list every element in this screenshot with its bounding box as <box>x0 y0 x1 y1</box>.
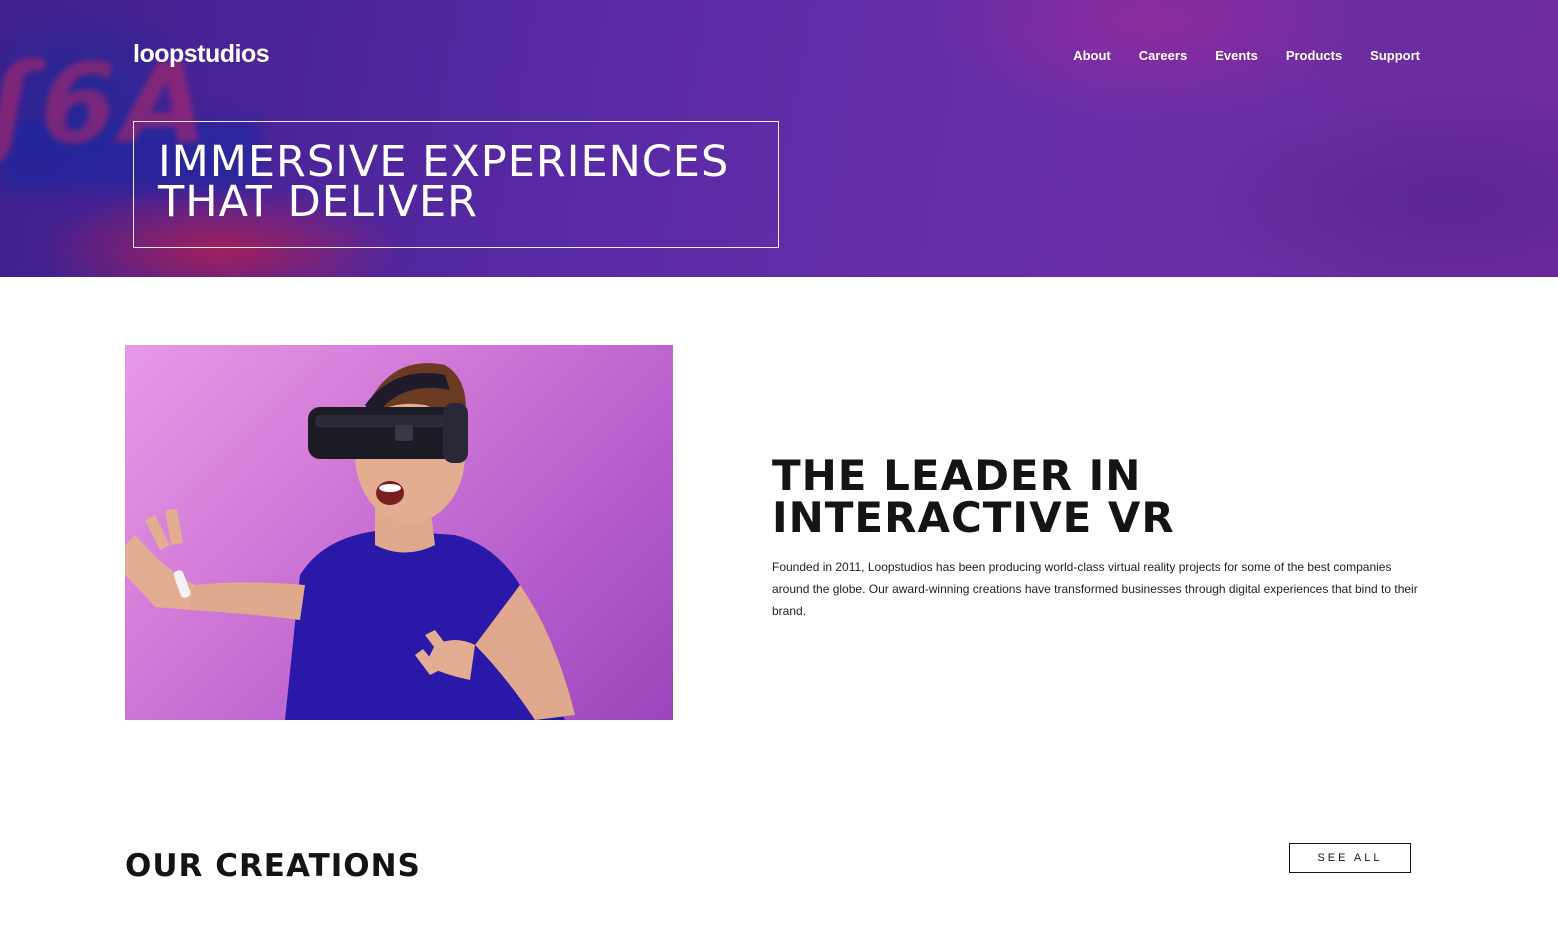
hero-section: ʃ6A loopstudios About Careers Events Pro… <box>0 0 1558 277</box>
hero-headline-line1: IMMERSIVE EXPERIENCES <box>158 137 730 187</box>
nav-item-events[interactable]: Events <box>1215 48 1258 63</box>
about-description: Founded in 2011, Loopstudios has been pr… <box>772 560 1418 618</box>
about-title-line2: INTERACTIVE VR <box>772 493 1175 542</box>
creations-title: OUR CREATIONS <box>125 848 421 884</box>
about-title: THE LEADER IN INTERACTIVE VR <box>772 455 1175 539</box>
hero-headline-box: IMMERSIVE EXPERIENCES THAT DELIVER <box>133 121 779 248</box>
about-title-line1: THE LEADER IN <box>772 451 1142 500</box>
hero-headline: IMMERSIVE EXPERIENCES THAT DELIVER <box>158 137 754 227</box>
nav-item-products[interactable]: Products <box>1286 48 1342 63</box>
nav-item-careers[interactable]: Careers <box>1139 48 1187 63</box>
see-all-button[interactable]: SEE ALL <box>1289 843 1411 873</box>
vr-user-illustration <box>125 363 575 720</box>
vr-user-image <box>125 345 673 720</box>
logo[interactable]: loopstudios <box>133 40 270 69</box>
nav-item-about[interactable]: About <box>1073 48 1111 63</box>
nav-item-support[interactable]: Support <box>1370 48 1420 63</box>
main-nav: About Careers Events Products Support <box>1073 48 1420 63</box>
hero-headline-line2: THAT DELIVER <box>158 177 478 227</box>
